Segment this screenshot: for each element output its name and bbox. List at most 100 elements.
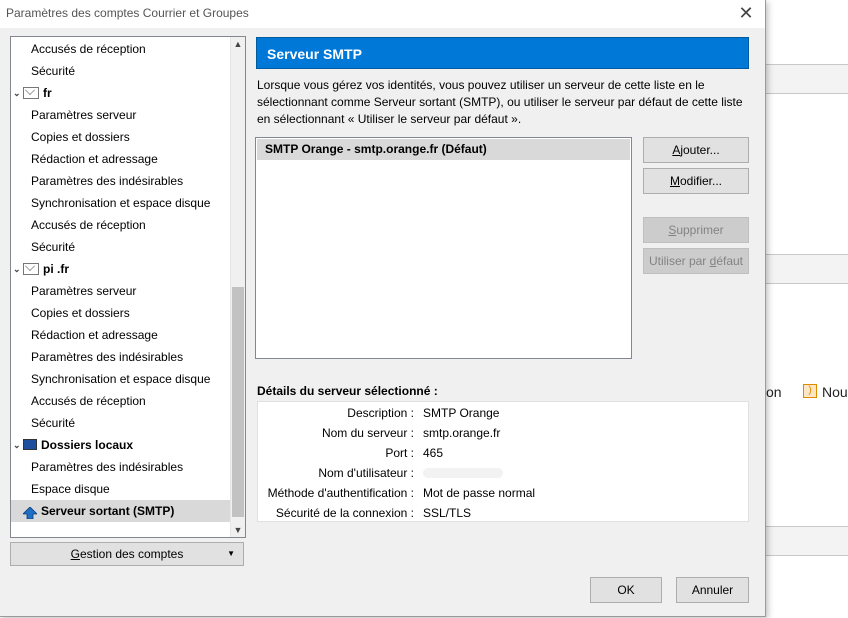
detail-row-auth-method: Méthode d'authentification : Mot de pass…	[258, 483, 748, 503]
tree-item-label: fr	[43, 86, 52, 100]
delete-label: upprimer	[676, 223, 724, 237]
close-icon[interactable]: ✕	[733, 2, 759, 24]
tree-item[interactable]: Accusés de réception	[11, 38, 231, 60]
modify-server-button[interactable]: Modifier...	[643, 168, 749, 194]
tree-item-label: Synchronisation et espace disque	[31, 372, 211, 386]
detail-value: Mot de passe normal	[423, 486, 536, 500]
smtp-server-item[interactable]: SMTP Orange - smtp.orange.fr (Défaut)	[257, 139, 630, 160]
detail-row-description: Description : SMTP Orange	[258, 403, 748, 423]
tree-item-label: Dossiers locaux	[41, 438, 134, 452]
detail-label: Méthode d'authentification :	[267, 486, 414, 500]
tree-item[interactable]: Sécurité	[11, 60, 231, 82]
tree-item-label: Rédaction et adressage	[31, 328, 158, 342]
tree-item-label: Copies et dossiers	[31, 306, 130, 320]
tree-item[interactable]: Copies et dossiers	[11, 126, 231, 148]
set-default-label-rest: éfaut	[716, 254, 744, 268]
expand-chevron-icon[interactable]: ⌄	[13, 434, 21, 456]
tree-item-label: Paramètres serveur	[31, 284, 137, 298]
tree-item-label: Copies et dossiers	[31, 130, 130, 144]
tree-item[interactable]: Paramètres des indésirables	[11, 346, 231, 368]
expand-chevron-icon[interactable]: ⌄	[13, 258, 21, 280]
manage-accounts-label-accel: G	[70, 547, 80, 561]
background-text: Nou	[822, 384, 848, 400]
cancel-button[interactable]: Annuler	[676, 577, 749, 603]
tree-item-local-folders[interactable]: ⌄ Dossiers locaux	[11, 434, 233, 456]
delete-server-button[interactable]: Supprimer	[643, 217, 749, 243]
computer-icon	[23, 439, 37, 450]
scroll-thumb[interactable]	[232, 287, 244, 517]
detail-value: SSL/TLS	[423, 506, 472, 520]
tree-item-account[interactable]: ⌄ fr	[11, 82, 233, 104]
tree-item-label: Serveur sortant (SMTP)	[41, 504, 175, 518]
tree-item[interactable]: Synchronisation et espace disque	[11, 192, 231, 214]
tree-scrollbar[interactable]: ▲ ▼	[230, 37, 245, 537]
detail-label: Port :	[385, 446, 414, 460]
background-bar	[765, 254, 848, 284]
tree-item-account[interactable]: ⌄ pi .fr	[11, 258, 233, 280]
expand-chevron-icon[interactable]: ⌄	[13, 82, 21, 104]
scroll-up-icon[interactable]: ▲	[231, 37, 245, 51]
manage-accounts-button[interactable]: Gestion des comptes ▼	[10, 542, 244, 566]
tree-item-label: Sécurité	[31, 416, 76, 430]
tree-item[interactable]: Paramètres des indésirables	[11, 456, 231, 478]
tree-item-label: Sécurité	[31, 240, 76, 254]
detail-value: smtp.orange.fr	[423, 426, 501, 440]
tree-item[interactable]: Synchronisation et espace disque	[11, 368, 231, 390]
tree-item[interactable]: Accusés de réception	[11, 390, 231, 412]
smtp-server-list[interactable]: SMTP Orange - smtp.orange.fr (Défaut)	[255, 137, 632, 359]
add-server-button[interactable]: Ajouter...	[643, 137, 749, 163]
tree-item[interactable]: Paramètres serveur	[11, 104, 231, 126]
panel-header: Serveur SMTP	[256, 37, 749, 69]
scroll-down-icon[interactable]: ▼	[231, 523, 245, 537]
tree-item[interactable]: Espace disque	[11, 478, 231, 500]
background-text: on	[766, 384, 782, 400]
tree-item[interactable]: Accusés de réception	[11, 214, 231, 236]
tree-item-smtp[interactable]: Serveur sortant (SMTP)	[11, 500, 241, 522]
dropdown-arrow-icon: ▼	[227, 549, 235, 558]
account-tree[interactable]: Accusés de réception Sécurité ⌄ fr Paramètre…	[10, 36, 246, 538]
tree-item-label: Paramètres serveur	[31, 108, 137, 122]
tree-item[interactable]: Sécurité	[11, 412, 231, 434]
rss-icon: )	[803, 384, 817, 398]
redacted-username	[423, 463, 503, 484]
tree-item[interactable]: Copies et dossiers	[11, 302, 231, 324]
tree-item[interactable]: Paramètres serveur	[11, 280, 231, 302]
tree-item[interactable]: Sécurité	[11, 236, 231, 258]
tree-item-label: Paramètres des indésirables	[31, 350, 184, 364]
tree-item-label: Paramètres des indésirables	[31, 174, 184, 188]
modify-label: odifier...	[679, 174, 723, 188]
detail-row-security: Sécurité de la connexion : SSL/TLS	[258, 503, 748, 523]
outgoing-server-icon	[22, 504, 38, 520]
account-settings-dialog: Paramètres des comptes Courrier et Group…	[0, 0, 766, 617]
tree-item[interactable]: Rédaction et adressage	[11, 148, 231, 170]
detail-value: 465	[423, 446, 444, 460]
tree-item-label: Rédaction et adressage	[31, 152, 158, 166]
detail-label: Nom du serveur :	[321, 426, 414, 440]
tree-item-label: pi .fr	[43, 262, 69, 276]
set-default-label-pre: Utiliser par	[648, 254, 710, 268]
background-bar	[765, 526, 848, 556]
tree-item-label: Paramètres des indésirables	[31, 460, 184, 474]
tree-item[interactable]: Paramètres des indésirables	[11, 170, 231, 192]
ok-button[interactable]: OK	[590, 577, 662, 603]
tree-item[interactable]: Rédaction et adressage	[11, 324, 231, 346]
redaction-blur	[423, 468, 503, 478]
server-details: Description : SMTP Orange Nom du serveur…	[257, 401, 749, 522]
detail-row-username: Nom d'utilisateur :	[258, 463, 748, 483]
detail-value: SMTP Orange	[423, 406, 500, 420]
panel-description: Lorsque vous gérez vos identités, vous p…	[257, 78, 743, 126]
detail-label: Sécurité de la connexion :	[275, 506, 414, 520]
tree-item-label: Accusés de réception	[31, 218, 146, 232]
tree-item-label: Espace disque	[31, 482, 110, 496]
details-heading: Détails du serveur sélectionné :	[257, 384, 438, 398]
detail-row-server-name: Nom du serveur : smtp.orange.fr	[258, 423, 748, 443]
manage-accounts-label: estion des comptes	[79, 547, 184, 561]
envelope-icon	[23, 263, 39, 275]
tree-item-label: Accusés de réception	[31, 42, 146, 56]
detail-label: Description :	[347, 406, 414, 420]
modify-accel: M	[669, 174, 680, 188]
background-bar	[765, 64, 848, 94]
tree-item-label: Accusés de réception	[31, 394, 146, 408]
tree-item-label: Sécurité	[31, 64, 76, 78]
set-default-button[interactable]: Utiliser par défaut	[643, 248, 749, 274]
